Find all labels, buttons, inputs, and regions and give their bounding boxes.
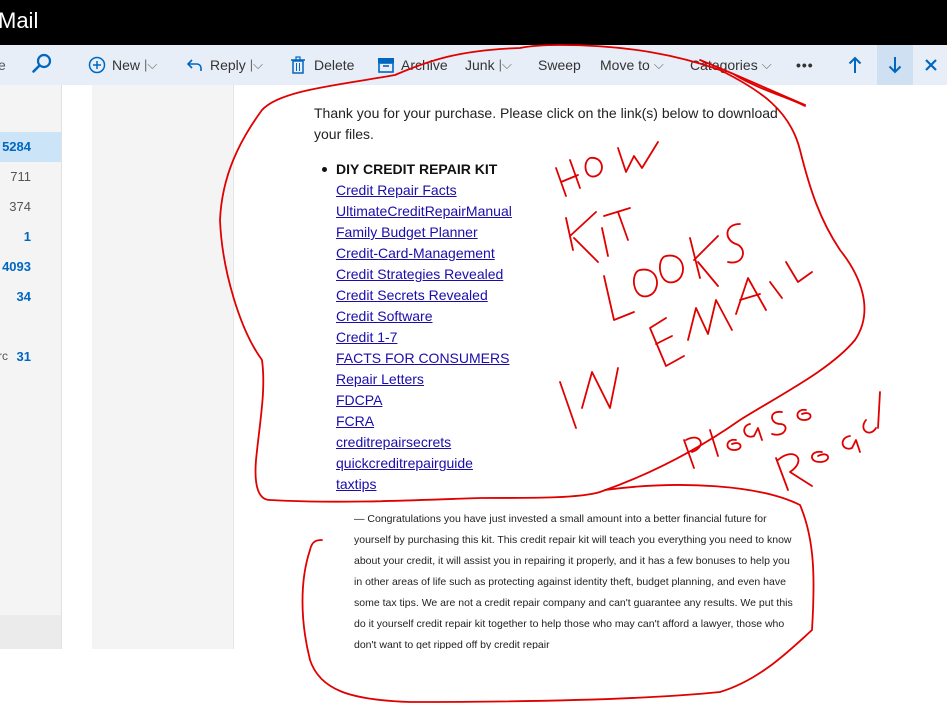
folder-pane: e 5284 711 374 1 4093 34 rc 31: [0, 45, 62, 649]
folder-unread-count: 5284: [2, 139, 31, 154]
kit-title: DIY CREDIT REPAIR KIT: [322, 159, 512, 180]
folder-item[interactable]: 1: [0, 222, 61, 252]
reply-button[interactable]: Reply |⌵: [186, 45, 263, 85]
folder-item[interactable]: 5284: [0, 132, 61, 162]
download-link[interactable]: Credit Software: [336, 306, 512, 327]
folder-unread-count: 4093: [2, 259, 31, 274]
categories-button[interactable]: Categories ⌵: [690, 45, 772, 85]
junk-button[interactable]: Junk |⌵: [465, 45, 512, 85]
next-message-button[interactable]: [877, 45, 913, 85]
delete-button[interactable]: Delete: [290, 45, 354, 85]
download-list: DIY CREDIT REPAIR KIT Credit Repair Fact…: [322, 159, 512, 495]
message-paragraph: — Congratulations you have just invested…: [354, 513, 793, 649]
reply-dropdown-chevron-icon[interactable]: |⌵: [250, 57, 263, 73]
message-intro: Thank you for your purchase. Please clic…: [314, 105, 778, 142]
archive-button[interactable]: Archive: [377, 45, 448, 85]
download-link[interactable]: creditrepairsecrets: [336, 432, 512, 453]
arrow-up-icon: [848, 56, 862, 74]
delete-button-label: Delete: [314, 57, 355, 73]
reply-icon: [186, 56, 204, 74]
download-link[interactable]: FCRA: [336, 411, 512, 432]
download-link[interactable]: FACTS FOR CONSUMERS: [336, 348, 512, 369]
folder-count: 374: [9, 199, 31, 214]
sweep-button[interactable]: Sweep: [538, 45, 581, 85]
folder-item[interactable]: rc 31: [0, 342, 61, 372]
app-title: Mail: [0, 8, 39, 33]
close-message-button[interactable]: [924, 45, 938, 85]
download-link[interactable]: Repair Letters: [336, 369, 512, 390]
categories-chevron-icon: ⌵: [761, 57, 772, 72]
archive-icon: [377, 57, 395, 73]
download-link[interactable]: Credit Secrets Revealed: [336, 285, 512, 306]
page-blank-area: [0, 649, 947, 712]
folder-unread-count: 31: [16, 349, 31, 364]
download-link[interactable]: Credit Strategies Revealed: [336, 264, 512, 285]
close-icon: [924, 58, 938, 72]
more-actions-button[interactable]: •••: [796, 45, 814, 85]
folder-unread-count: 34: [16, 289, 31, 304]
new-button-label: New: [112, 57, 141, 73]
download-link[interactable]: Family Budget Planner: [336, 222, 512, 243]
folder-item[interactable]: 711: [0, 162, 61, 192]
search-area: e: [0, 45, 61, 85]
folder-unread-count: 1: [23, 229, 31, 244]
move-to-button-label: Move to: [600, 57, 650, 73]
download-link[interactable]: Credit 1-7: [336, 327, 512, 348]
folder-count: 711: [10, 169, 31, 184]
command-bar: New |⌵ Reply |⌵ Delete Archive Junk |⌵ S…: [61, 45, 947, 85]
junk-dropdown-chevron-icon[interactable]: |⌵: [499, 57, 512, 73]
move-to-button[interactable]: Move to ⌵: [600, 45, 664, 85]
download-link[interactable]: quickcreditrepairguide: [336, 453, 512, 474]
arrow-down-icon: [888, 56, 902, 79]
add-circle-icon: [88, 56, 106, 74]
folder-cut-label: rc: [0, 349, 8, 363]
folder-item[interactable]: 374: [0, 192, 61, 222]
archive-button-label: Archive: [401, 57, 448, 73]
folder-item[interactable]: 4093: [0, 252, 61, 282]
download-link[interactable]: UltimateCreditRepairManual: [336, 201, 512, 222]
junk-button-label: Junk: [465, 57, 495, 73]
download-link[interactable]: Credit Repair Facts: [336, 180, 512, 201]
new-dropdown-chevron-icon[interactable]: |⌵: [144, 57, 157, 73]
more-icon: •••: [796, 57, 814, 73]
folder-item[interactable]: 34: [0, 282, 61, 312]
folder-pane-footer: [0, 615, 61, 649]
message-body: Thank you for your purchase. Please clic…: [233, 85, 874, 649]
move-to-chevron-icon: ⌵: [653, 57, 664, 72]
sweep-button-label: Sweep: [538, 57, 581, 73]
reply-button-label: Reply: [210, 57, 246, 73]
new-button[interactable]: New |⌵: [88, 45, 157, 85]
title-bar: Mail: [0, 0, 947, 45]
trash-icon: [290, 56, 306, 74]
download-link[interactable]: FDCPA: [336, 390, 512, 411]
search-cut-label: e: [0, 57, 6, 73]
download-link[interactable]: Credit-Card-Management: [336, 243, 512, 264]
search-icon[interactable]: [31, 53, 53, 75]
download-link[interactable]: taxtips: [336, 474, 512, 495]
categories-button-label: Categories: [690, 57, 758, 73]
previous-message-button[interactable]: [848, 45, 862, 85]
